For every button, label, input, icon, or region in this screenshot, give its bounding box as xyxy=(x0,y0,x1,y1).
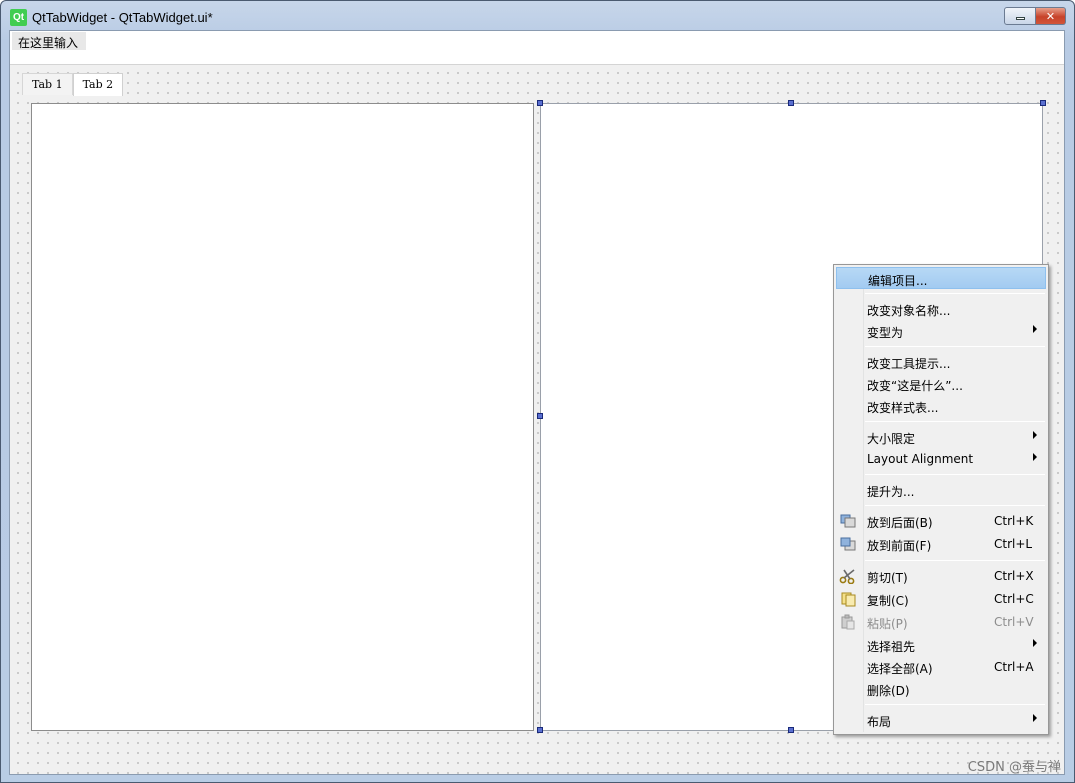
resize-handle-top-left[interactable] xyxy=(537,100,543,106)
menu-item-label: 选择祖先 xyxy=(867,640,916,654)
copy-icon xyxy=(841,592,856,607)
tab-2[interactable]: Tab 2 xyxy=(72,73,124,96)
tab-1[interactable]: Tab 1 xyxy=(22,73,73,95)
submenu-arrow-icon xyxy=(1033,714,1037,722)
window-title: QtTabWidget - QtTabWidget.ui* xyxy=(32,10,213,25)
menu-item-label: 放到后面(B) xyxy=(867,516,933,530)
menu-item-select-all[interactable]: 选择全部(A) Ctrl+A xyxy=(836,656,1046,678)
bring-to-front-icon xyxy=(840,537,856,551)
menu-item-change-object-name[interactable]: 改变对象名称... xyxy=(836,298,1046,320)
resize-handle-top-right[interactable] xyxy=(1040,100,1046,106)
menu-item-select-ancestor[interactable]: 选择祖先 xyxy=(836,634,1046,656)
submenu-arrow-icon xyxy=(1033,325,1037,333)
menu-item-label: 改变样式表... xyxy=(867,401,939,415)
send-to-back-icon xyxy=(840,514,856,528)
minimize-icon xyxy=(1015,17,1025,20)
tab-bar: Tab 1 Tab 2 xyxy=(22,73,124,96)
menu-item-label: 布局 xyxy=(867,715,892,729)
menu-item-send-to-back[interactable]: 放到后面(B) Ctrl+K xyxy=(836,510,1046,532)
toolbar-area xyxy=(10,51,1064,65)
watermark: CSDN @蚕与禅 xyxy=(967,760,1061,775)
left-widget[interactable] xyxy=(31,103,534,731)
menu-item-label: 粘贴(P) xyxy=(867,617,908,631)
qt-logo-icon: Qt xyxy=(10,9,27,26)
menu-item-label: 改变对象名称... xyxy=(867,304,951,318)
menu-item-bring-to-front[interactable]: 放到前面(F) Ctrl+L xyxy=(836,533,1046,555)
menu-item-label: 大小限定 xyxy=(867,432,916,446)
paste-icon xyxy=(841,614,855,630)
menu-separator xyxy=(865,704,1045,705)
submenu-arrow-icon xyxy=(1033,453,1037,461)
menu-item-label: 删除(D) xyxy=(867,684,910,698)
menu-separator xyxy=(865,346,1045,347)
menu-item-change-stylesheet[interactable]: 改变样式表... xyxy=(836,395,1046,417)
menu-separator xyxy=(865,421,1045,422)
menu-item-label: 提升为... xyxy=(867,485,915,499)
minimize-button[interactable] xyxy=(1004,7,1036,25)
menu-item-cut[interactable]: 剪切(T) Ctrl+X xyxy=(836,565,1046,587)
menu-item-shortcut: Ctrl+L xyxy=(994,537,1033,551)
title-bar[interactable]: Qt QtTabWidget - QtTabWidget.ui* ✕ xyxy=(1,1,1074,31)
menu-item-promote-to[interactable]: 提升为... xyxy=(836,479,1046,501)
menu-separator xyxy=(865,505,1045,506)
close-icon: ✕ xyxy=(1045,9,1056,23)
menu-item-morph-into[interactable]: 变型为 xyxy=(836,320,1046,342)
menu-separator xyxy=(865,560,1045,561)
menu-bar: 在这里输入 xyxy=(10,31,1064,51)
resize-handle-top[interactable] xyxy=(788,100,794,106)
menu-item-label: 选择全部(A) xyxy=(867,662,933,676)
submenu-arrow-icon xyxy=(1033,431,1037,439)
menu-item-layout[interactable]: 布局 xyxy=(836,709,1046,731)
menu-item-copy[interactable]: 复制(C) Ctrl+C xyxy=(836,588,1046,610)
menu-item-edit-items[interactable]: 编辑项目... xyxy=(836,267,1046,289)
menu-item-label: 改变工具提示... xyxy=(867,357,951,371)
menu-item-size-constraints[interactable]: 大小限定 xyxy=(836,426,1046,448)
submenu-arrow-icon xyxy=(1033,639,1037,647)
context-menu: 编辑项目... 改变对象名称... 变型为 改变工具提示... 改变“这是什么”… xyxy=(833,264,1049,735)
scissors-icon xyxy=(839,569,855,584)
menu-item-label: 改变“这是什么”... xyxy=(867,379,963,393)
menu-item-shortcut: Ctrl+C xyxy=(994,592,1034,606)
menu-item-label: Layout Alignment xyxy=(867,452,974,466)
resize-handle-bottom-left[interactable] xyxy=(537,727,543,733)
menu-separator xyxy=(865,293,1045,294)
menu-item-change-whats-this[interactable]: 改变“这是什么”... xyxy=(836,373,1046,395)
menu-item-change-tooltip[interactable]: 改变工具提示... xyxy=(836,351,1046,373)
menu-item-shortcut: Ctrl+V xyxy=(994,615,1034,629)
window-controls: ✕ xyxy=(1004,7,1066,25)
close-button[interactable]: ✕ xyxy=(1036,7,1066,25)
menu-item-shortcut: Ctrl+A xyxy=(994,660,1034,674)
menu-type-here-item[interactable]: 在这里输入 xyxy=(12,32,87,50)
menu-separator xyxy=(865,474,1045,475)
resize-handle-left[interactable] xyxy=(537,413,543,419)
menu-item-label: 复制(C) xyxy=(867,594,909,608)
menu-item-shortcut: Ctrl+X xyxy=(994,569,1034,583)
menu-item-label: 编辑项目... xyxy=(868,274,928,288)
menu-item-label: 剪切(T) xyxy=(867,571,908,585)
menu-item-label: 放到前面(F) xyxy=(867,539,932,553)
menu-item-label: 变型为 xyxy=(867,326,904,340)
menu-item-paste[interactable]: 粘贴(P) Ctrl+V xyxy=(836,611,1046,633)
menu-item-layout-alignment[interactable]: Layout Alignment xyxy=(836,448,1046,470)
menu-item-shortcut: Ctrl+K xyxy=(994,514,1034,528)
resize-handle-bottom[interactable] xyxy=(788,727,794,733)
menu-item-delete[interactable]: 删除(D) xyxy=(836,678,1046,700)
